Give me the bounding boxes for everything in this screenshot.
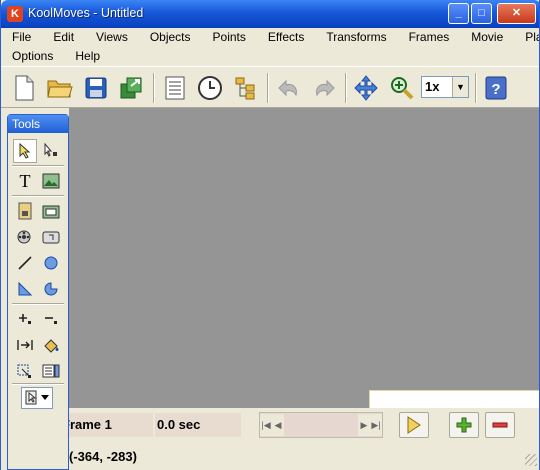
menu-views[interactable]: Views xyxy=(85,28,139,47)
frame-scrollbar[interactable]: |◀ ◀ ▶ ▶| xyxy=(259,412,383,438)
timeline-bar: Frame 1 0.0 sec |◀ ◀ ▶ ▶| xyxy=(69,408,539,444)
fill-bucket-icon[interactable] xyxy=(39,333,63,357)
tools-palette: Tools T xyxy=(7,114,69,470)
tools-separator xyxy=(12,195,64,197)
first-frame-icon[interactable]: |◀ xyxy=(260,414,272,436)
menu-effects[interactable]: Effects xyxy=(257,28,315,47)
redo-icon[interactable] xyxy=(309,73,339,103)
open-folder-icon[interactable] xyxy=(45,73,75,103)
close-button[interactable]: ✕ xyxy=(497,3,536,24)
menu-file[interactable]: File xyxy=(1,28,42,47)
title-bar[interactable]: K KoolMoves - Untitled _ □ ✕ xyxy=(1,0,539,28)
toolbar-separator xyxy=(267,73,269,103)
menu-transforms[interactable]: Transforms xyxy=(315,28,397,47)
tools-palette-title[interactable]: Tools xyxy=(8,115,68,133)
button-tool-icon[interactable] xyxy=(39,225,63,249)
toolbar-separator xyxy=(475,73,477,103)
tools-separator xyxy=(12,165,64,167)
ellipse-tool-icon[interactable] xyxy=(39,251,63,275)
play-button[interactable] xyxy=(399,412,429,438)
next-frame-icon[interactable]: ▶ xyxy=(358,414,370,436)
undo-icon[interactable] xyxy=(274,73,304,103)
new-file-icon[interactable] xyxy=(9,73,39,103)
maximize-button[interactable]: □ xyxy=(471,3,492,24)
add-frame-button[interactable] xyxy=(449,412,479,438)
stage-canvas[interactable] xyxy=(69,108,539,408)
minimize-button[interactable]: _ xyxy=(448,3,469,24)
sound-clip-icon[interactable] xyxy=(13,199,37,223)
tree-icon[interactable] xyxy=(231,73,261,103)
point-select-icon[interactable] xyxy=(39,139,63,163)
menu-options[interactable]: Options xyxy=(1,47,64,66)
menu-frames[interactable]: Frames xyxy=(398,28,461,47)
transform-icon[interactable] xyxy=(13,359,37,383)
add-point-icon[interactable] xyxy=(13,307,37,331)
koolmoves-app-icon: K xyxy=(7,6,23,22)
last-frame-icon[interactable]: ▶| xyxy=(370,414,382,436)
main-toolbar: 1x ▼ ? xyxy=(1,66,539,108)
zoom-level-select[interactable]: 1x ▼ xyxy=(421,76,469,98)
toolbar-separator xyxy=(153,73,155,103)
prev-frame-icon[interactable]: ◀ xyxy=(272,414,284,436)
film-reel-icon[interactable] xyxy=(13,225,37,249)
line-tool-icon[interactable] xyxy=(13,251,37,275)
image-tool-icon[interactable] xyxy=(39,169,63,193)
status-bar: (-364, -283) xyxy=(69,444,539,470)
folder-clip-icon[interactable] xyxy=(39,199,63,223)
properties-icon[interactable] xyxy=(39,359,63,383)
frame-time-field: 0.0 sec xyxy=(155,413,241,437)
tween-icon[interactable] xyxy=(13,333,37,357)
menu-bar: File Edit Views Objects Points Effects T… xyxy=(1,28,539,66)
tool-options-select[interactable] xyxy=(21,387,53,409)
resize-grip-icon[interactable] xyxy=(525,454,537,466)
select-arrow-icon[interactable] xyxy=(13,139,37,163)
chevron-down-icon[interactable]: ▼ xyxy=(452,77,468,97)
menu-objects[interactable]: Objects xyxy=(139,28,202,47)
text-tool-icon[interactable]: T xyxy=(13,169,37,193)
menu-points[interactable]: Points xyxy=(202,28,257,47)
menu-row-1: File Edit Views Objects Points Effects T… xyxy=(1,28,539,47)
frame-name-field[interactable]: Frame 1 xyxy=(69,413,153,437)
cursor-coordinates: (-364, -283) xyxy=(69,449,137,464)
tools-separator xyxy=(12,383,64,385)
clock-icon[interactable] xyxy=(195,73,225,103)
curve-tool-icon[interactable] xyxy=(39,277,63,301)
notes-icon[interactable] xyxy=(160,73,190,103)
zoom-icon[interactable] xyxy=(387,73,417,103)
zoom-level-value: 1x xyxy=(425,79,440,94)
menu-row-2: Options Help xyxy=(1,47,111,66)
movie-canvas-edge xyxy=(369,390,539,408)
polygon-tool-icon[interactable] xyxy=(13,277,37,301)
help-icon[interactable]: ? xyxy=(481,73,511,103)
menu-edit[interactable]: Edit xyxy=(42,28,85,47)
window-title: KoolMoves - Untitled xyxy=(28,6,144,20)
export-icon[interactable] xyxy=(117,73,147,103)
delete-frame-button[interactable] xyxy=(485,412,515,438)
tools-separator xyxy=(12,303,64,305)
svg-text:?: ? xyxy=(491,81,500,98)
koolmoves-window: K KoolMoves - Untitled _ □ ✕ File Edit V… xyxy=(0,0,540,470)
save-disk-icon[interactable] xyxy=(81,73,111,103)
menu-help[interactable]: Help xyxy=(64,47,111,66)
chevron-down-icon xyxy=(41,395,49,400)
menu-play[interactable]: Play xyxy=(514,28,539,47)
toolbar-separator xyxy=(345,73,347,103)
menu-movie[interactable]: Movie xyxy=(460,28,514,47)
move-pan-icon[interactable] xyxy=(351,73,381,103)
remove-point-icon[interactable] xyxy=(39,307,63,331)
